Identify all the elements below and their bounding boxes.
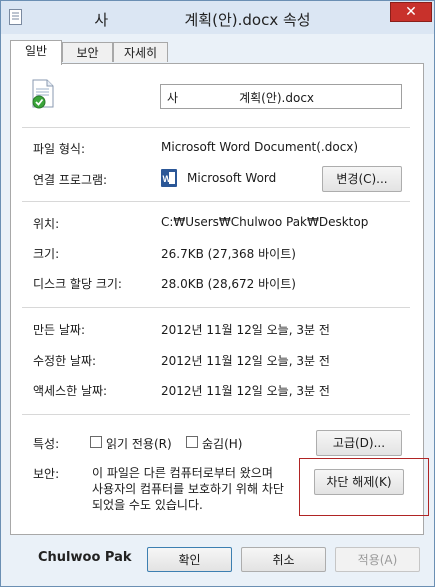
window-title: 사 계획(안).docx 속성	[94, 11, 311, 29]
change-button[interactable]: 변경(C)...	[322, 166, 402, 192]
size-value: 26.7KB (27,368 바이트)	[161, 247, 296, 261]
security-line-2: 사용자의 컴퓨터를 보호하기 위해 차단	[92, 482, 284, 496]
title-bar[interactable]: 사 계획(안).docx 속성 ✕	[1, 1, 434, 34]
security-label: 보안:	[33, 467, 60, 481]
cancel-button[interactable]: 취소	[241, 547, 326, 572]
security-message: 이 파일은 다른 컴퓨터로부터 왔으며 사용자의 컴퓨터를 보호하기 위해 차단…	[92, 465, 284, 513]
file-type-value: Microsoft Word Document(.docx)	[161, 140, 359, 154]
location-label: 위치:	[33, 217, 60, 231]
size-label: 크기:	[33, 247, 60, 261]
advanced-button[interactable]: 고급(D)...	[316, 430, 402, 456]
modified-label: 수정한 날짜:	[33, 354, 97, 368]
properties-dialog: 사 계획(안).docx 속성 ✕ 일반 보안 자세히 사 계획(안).docx…	[0, 0, 435, 587]
accessed-label: 액세스한 날짜:	[33, 384, 108, 398]
tab-general[interactable]: 일반	[10, 40, 62, 65]
filename-input[interactable]: 사 계획(안).docx	[160, 84, 402, 109]
location-value: C:₩Users₩Chulwoo Pak₩Desktop	[161, 215, 369, 229]
svg-text:W: W	[163, 174, 172, 184]
created-value: 2012년 11월 12일 오늘, 3분 전	[161, 323, 330, 337]
ok-button[interactable]: 확인	[147, 547, 232, 572]
hidden-checkbox[interactable]	[186, 436, 198, 448]
opens-with-value: Microsoft Word	[187, 171, 277, 185]
separator	[22, 307, 410, 308]
opens-with-label: 연결 프로그램:	[33, 173, 108, 187]
readonly-label[interactable]: 읽기 전용(R)	[106, 435, 172, 452]
tab-security[interactable]: 보안	[62, 42, 113, 62]
security-line-1: 이 파일은 다른 컴퓨터로부터 왔으며	[92, 466, 273, 480]
hidden-label[interactable]: 숨김(H)	[202, 435, 242, 452]
word-icon: W	[161, 169, 177, 187]
highlight-box	[299, 458, 429, 516]
close-icon: ✕	[405, 4, 417, 20]
created-label: 만든 날짜:	[33, 323, 86, 337]
file-icon	[32, 79, 54, 109]
separator	[22, 127, 410, 128]
attributes-label: 특성:	[33, 437, 60, 451]
apply-button: 적용(A)	[335, 547, 420, 572]
separator	[22, 201, 410, 202]
user-name-label: Chulwoo Pak	[38, 550, 132, 565]
separator	[22, 414, 410, 415]
tab-details[interactable]: 자세히	[113, 42, 168, 62]
accessed-value: 2012년 11월 12일 오늘, 3분 전	[161, 384, 330, 398]
size-on-disk-value: 28.0KB (28,672 바이트)	[161, 277, 296, 291]
file-type-label: 파일 형식:	[33, 142, 86, 156]
close-button[interactable]: ✕	[390, 2, 432, 22]
modified-value: 2012년 11월 12일 오늘, 3분 전	[161, 354, 330, 368]
document-icon	[9, 9, 22, 25]
size-on-disk-label: 디스크 할당 크기:	[33, 277, 122, 291]
security-line-3: 되었을 수도 있습니다.	[92, 498, 203, 512]
readonly-checkbox[interactable]	[90, 436, 102, 448]
